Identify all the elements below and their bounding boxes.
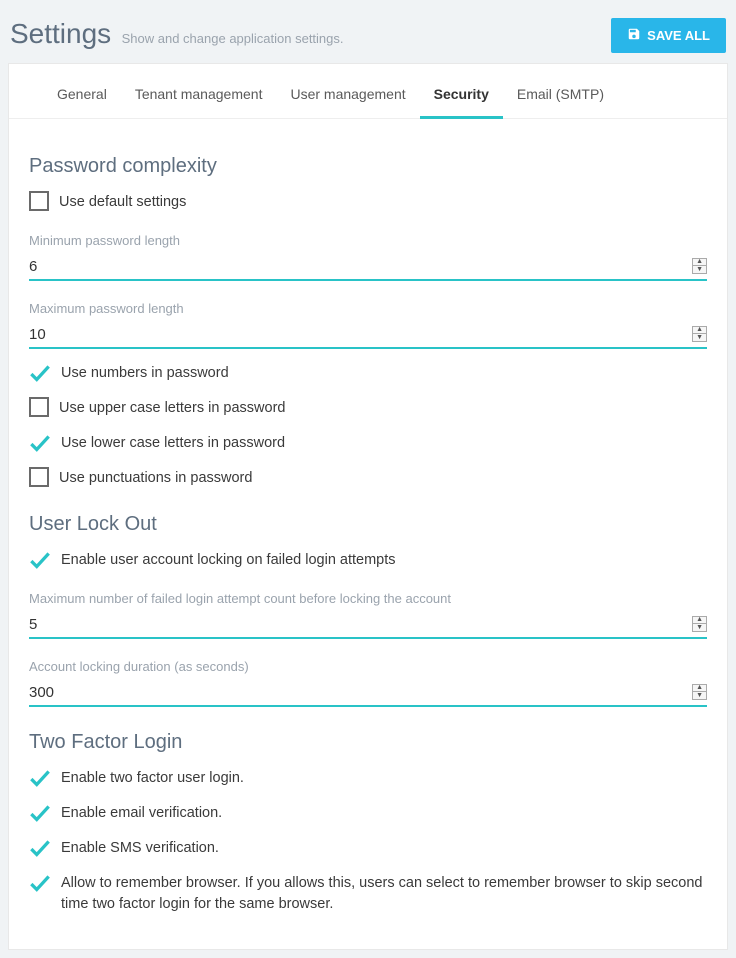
spinner-up-icon[interactable]: ▲	[693, 327, 706, 334]
checkbox-checked-icon[interactable]	[29, 362, 51, 384]
number-spinner[interactable]: ▲▼	[692, 326, 707, 342]
checkbox-label: Use punctuations in password	[59, 466, 252, 489]
spinner-up-icon[interactable]: ▲	[693, 685, 706, 692]
input-min-password-length[interactable]: ▲▼	[29, 254, 707, 281]
input-max-password-length[interactable]: ▲▼	[29, 322, 707, 349]
checkbox-checked-icon[interactable]	[29, 432, 51, 454]
number-spinner[interactable]: ▲▼	[692, 258, 707, 274]
checkbox-label: Allow to remember browser. If you allows…	[61, 871, 707, 915]
save-icon	[627, 27, 641, 44]
security-tab-panel: Password complexity Use default settings…	[9, 119, 727, 949]
checkbox-label: Use upper case letters in password	[59, 396, 285, 419]
checkbox-row-enable-two-factor[interactable]: Enable two factor user login.	[29, 766, 707, 789]
checkbox-checked-icon[interactable]	[29, 549, 51, 571]
section-title-password-complexity: Password complexity	[29, 155, 707, 178]
number-input[interactable]	[29, 322, 692, 347]
spinner-down-icon[interactable]: ▼	[693, 266, 706, 273]
spinner-up-icon[interactable]: ▲	[693, 259, 706, 266]
settings-card: General Tenant management User managemen…	[8, 63, 728, 950]
spinner-down-icon[interactable]: ▼	[693, 692, 706, 699]
checkbox-checked-icon[interactable]	[29, 767, 51, 789]
tab-email-smtp[interactable]: Email (SMTP)	[503, 72, 618, 119]
spinner-down-icon[interactable]: ▼	[693, 624, 706, 631]
checkbox-checked-icon[interactable]	[29, 872, 51, 894]
checkbox-unchecked-icon[interactable]	[29, 467, 49, 487]
page-title: Settings	[10, 18, 111, 49]
page-header: Settings Show and change application set…	[8, 8, 728, 57]
checkbox-row-use-upper-case[interactable]: Use upper case letters in password	[29, 396, 707, 419]
checkbox-row-use-punctuations[interactable]: Use punctuations in password	[29, 466, 707, 489]
spinner-down-icon[interactable]: ▼	[693, 334, 706, 341]
save-button-label: SAVE ALL	[647, 28, 710, 43]
tabs-bar: General Tenant management User managemen…	[9, 64, 727, 119]
checkbox-row-enable-email-verification[interactable]: Enable email verification.	[29, 801, 707, 824]
checkbox-label: Enable user account locking on failed lo…	[61, 548, 396, 571]
tab-tenant-management[interactable]: Tenant management	[121, 72, 277, 119]
section-title-two-factor: Two Factor Login	[29, 731, 707, 754]
number-spinner[interactable]: ▲▼	[692, 684, 707, 700]
tab-general[interactable]: General	[43, 72, 121, 119]
checkbox-unchecked-icon[interactable]	[29, 397, 49, 417]
field-label-min-password-length: Minimum password length	[29, 233, 707, 248]
input-max-failed-attempts[interactable]: ▲▼	[29, 612, 707, 639]
checkbox-checked-icon[interactable]	[29, 802, 51, 824]
number-input[interactable]	[29, 254, 692, 279]
field-label-lock-duration: Account locking duration (as seconds)	[29, 659, 707, 674]
checkbox-label: Use numbers in password	[61, 361, 229, 384]
field-label-max-failed-attempts: Maximum number of failed login attempt c…	[29, 591, 707, 606]
checkbox-unchecked-icon[interactable]	[29, 191, 49, 211]
checkbox-row-enable-lockout[interactable]: Enable user account locking on failed lo…	[29, 548, 707, 571]
checkbox-row-use-lower-case[interactable]: Use lower case letters in password	[29, 431, 707, 454]
tab-user-management[interactable]: User management	[276, 72, 419, 119]
number-input[interactable]	[29, 680, 692, 705]
spinner-up-icon[interactable]: ▲	[693, 617, 706, 624]
checkbox-checked-icon[interactable]	[29, 837, 51, 859]
checkbox-row-use-numbers[interactable]: Use numbers in password	[29, 361, 707, 384]
checkbox-row-remember-browser[interactable]: Allow to remember browser. If you allows…	[29, 871, 707, 915]
section-title-user-lock-out: User Lock Out	[29, 513, 707, 536]
checkbox-label: Use default settings	[59, 190, 186, 213]
checkbox-label: Enable SMS verification.	[61, 836, 219, 859]
checkbox-label: Enable two factor user login.	[61, 766, 244, 789]
save-all-button[interactable]: SAVE ALL	[611, 18, 726, 53]
number-spinner[interactable]: ▲▼	[692, 616, 707, 632]
input-lock-duration[interactable]: ▲▼	[29, 680, 707, 707]
checkbox-label: Use lower case letters in password	[61, 431, 285, 454]
page-title-wrap: Settings Show and change application set…	[10, 18, 344, 50]
checkbox-row-enable-sms-verification[interactable]: Enable SMS verification.	[29, 836, 707, 859]
field-label-max-password-length: Maximum password length	[29, 301, 707, 316]
number-input[interactable]	[29, 612, 692, 637]
checkbox-row-use-default[interactable]: Use default settings	[29, 190, 707, 213]
page-subtitle: Show and change application settings.	[122, 31, 344, 46]
tab-security[interactable]: Security	[420, 72, 503, 119]
checkbox-label: Enable email verification.	[61, 801, 222, 824]
